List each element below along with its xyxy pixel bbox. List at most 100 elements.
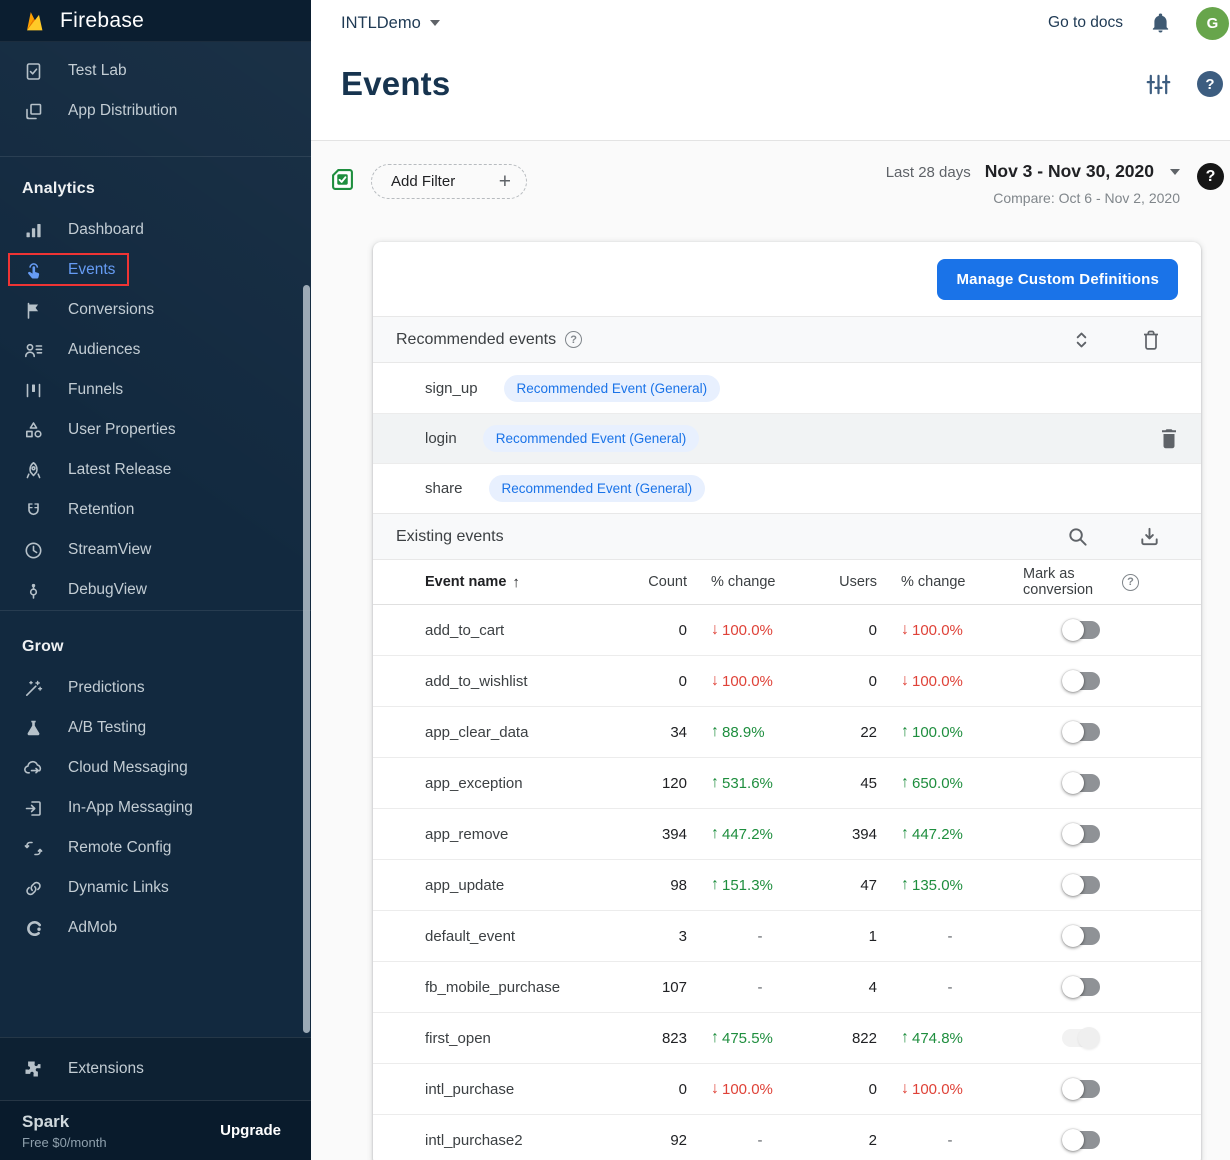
project-switcher[interactable]: INTLDemo [341, 14, 440, 33]
date-help-icon[interactable]: ? [1197, 163, 1224, 190]
up-arrow-icon: ↑ [901, 825, 909, 843]
sidebar-item-debugview[interactable]: DebugView [0, 570, 311, 610]
compare-range: Compare: Oct 6 - Nov 2, 2020 [886, 190, 1180, 206]
chevron-down-icon [430, 20, 440, 26]
event-count: 394 [625, 826, 687, 843]
sidebar-item-a-b-testing[interactable]: A/B Testing [0, 708, 311, 748]
event-count: 0 [625, 673, 687, 690]
count-change: - [687, 1132, 833, 1149]
user-avatar[interactable]: G [1196, 7, 1229, 40]
users-change: ↑474.8% [877, 1029, 1023, 1047]
count-change: ↓100.0% [687, 1080, 833, 1098]
mark-as-conversion-toggle[interactable] [1062, 1129, 1100, 1151]
down-arrow-icon: ↓ [901, 672, 909, 690]
sidebar-item-app-distribution[interactable]: App Distribution [0, 91, 311, 131]
down-arrow-icon: ↓ [711, 672, 719, 690]
mark-as-conversion-toggle[interactable] [1062, 619, 1100, 641]
event-count: 0 [625, 622, 687, 639]
mark-as-conversion-toggle[interactable] [1062, 772, 1100, 794]
date-range-selector[interactable]: Last 28 days Nov 3 - Nov 30, 2020 [886, 161, 1180, 182]
ab-testing-icon [23, 718, 43, 738]
go-to-docs-link[interactable]: Go to docs [1048, 14, 1123, 32]
sidebar-scrollbar-thumb[interactable] [303, 285, 310, 1033]
existing-events-title: Existing events [396, 528, 504, 546]
sidebar-item-audiences[interactable]: Audiences [0, 330, 311, 370]
users-change: ↑135.0% [877, 876, 1023, 894]
mark-as-conversion-toggle[interactable] [1062, 670, 1100, 692]
sidebar-item-funnels[interactable]: Funnels [0, 370, 311, 410]
sort-ascending-icon[interactable]: ↑ [512, 574, 520, 591]
event-name[interactable]: add_to_cart [425, 622, 625, 639]
manage-custom-definitions-button[interactable]: Manage Custom Definitions [937, 259, 1178, 300]
event-name[interactable]: default_event [425, 928, 625, 945]
mark-as-conversion-toggle[interactable] [1062, 823, 1100, 845]
recommended-event-row[interactable]: sign_up Recommended Event (General) [373, 363, 1201, 413]
mark-as-conversion-toggle[interactable] [1062, 925, 1100, 947]
sidebar-item-extensions[interactable]: Extensions [0, 1049, 311, 1089]
customize-report-icon[interactable] [1146, 72, 1171, 97]
recommended-event-row[interactable]: share Recommended Event (General) [373, 463, 1201, 513]
upgrade-button[interactable]: Upgrade [220, 1122, 281, 1139]
dashboard-icon [23, 220, 43, 240]
table-row: intl_purchase2 92 - 2 - [373, 1115, 1201, 1160]
add-filter-button[interactable]: Add Filter + [371, 164, 527, 199]
mark-as-conversion-toggle[interactable] [1062, 874, 1100, 896]
down-arrow-icon: ↓ [711, 621, 719, 639]
event-name[interactable]: add_to_wishlist [425, 673, 625, 690]
up-arrow-icon: ↑ [901, 876, 909, 894]
event-name[interactable]: intl_purchase2 [425, 1132, 625, 1149]
delete-section-icon[interactable] [1141, 329, 1161, 351]
count-change: ↑151.3% [687, 876, 833, 894]
sidebar-item-latest-release[interactable]: Latest Release [0, 450, 311, 490]
up-arrow-icon: ↑ [711, 774, 719, 792]
mark-as-conversion-toggle[interactable] [1062, 1078, 1100, 1100]
in-app-messaging-icon [23, 798, 43, 818]
table-row: add_to_wishlist 0 ↓100.0% 0 ↓100.0% [373, 656, 1201, 707]
mark-as-conversion-toggle[interactable] [1062, 1027, 1100, 1049]
sidebar-item-in-app-messaging[interactable]: In-App Messaging [0, 788, 311, 828]
recommended-events-help-icon[interactable]: ? [565, 331, 582, 348]
search-icon[interactable] [1066, 525, 1089, 548]
up-arrow-icon: ↑ [901, 774, 909, 792]
event-name[interactable]: app_exception [425, 775, 625, 792]
sidebar-item-dashboard[interactable]: Dashboard [0, 210, 311, 250]
event-users: 0 [833, 1081, 877, 1098]
event-name[interactable]: app_update [425, 877, 625, 894]
help-icon[interactable]: ? [1197, 71, 1223, 97]
sidebar-item-test-lab[interactable]: Test Lab [0, 51, 311, 91]
funnels-icon [23, 380, 43, 400]
event-users: 4 [833, 979, 877, 996]
mark-as-conversion-toggle[interactable] [1062, 976, 1100, 998]
latest-release-icon [23, 460, 43, 480]
mark-as-conversion-toggle[interactable] [1062, 721, 1100, 743]
filter-status-icon [331, 168, 354, 191]
event-name[interactable]: app_remove [425, 826, 625, 843]
notifications-bell-icon[interactable] [1150, 12, 1171, 34]
mark-as-conversion-help-icon[interactable]: ? [1122, 574, 1139, 591]
sidebar-item-dynamic-links[interactable]: Dynamic Links [0, 868, 311, 908]
sidebar-item-user-properties[interactable]: User Properties [0, 410, 311, 450]
count-change: ↑447.2% [687, 825, 833, 843]
download-icon[interactable] [1138, 525, 1161, 548]
unfold-sort-icon[interactable] [1071, 329, 1092, 351]
sidebar-item-predictions[interactable]: Predictions [0, 668, 311, 708]
sidebar-item-cloud-messaging[interactable]: Cloud Messaging [0, 748, 311, 788]
column-event-name[interactable]: Event name [425, 574, 506, 590]
sidebar-item-retention[interactable]: Retention [0, 490, 311, 530]
sidebar-item-streamview[interactable]: StreamView [0, 530, 311, 570]
delete-event-icon[interactable] [1160, 428, 1178, 449]
sidebar-item-admob[interactable]: AdMob [0, 908, 311, 948]
firebase-logo[interactable]: Firebase [0, 0, 311, 42]
sidebar-item-conversions[interactable]: Conversions [0, 290, 311, 330]
event-name[interactable]: fb_mobile_purchase [425, 979, 625, 996]
plan-bar: Spark Free $0/month Upgrade [0, 1100, 311, 1160]
recommended-event-row[interactable]: login Recommended Event (General) [373, 413, 1201, 463]
count-change: ↓100.0% [687, 621, 833, 639]
event-users: 0 [833, 622, 877, 639]
event-name[interactable]: app_clear_data [425, 724, 625, 741]
event-name[interactable]: first_open [425, 1030, 625, 1047]
event-name[interactable]: intl_purchase [425, 1081, 625, 1098]
extensions-section: Extensions [0, 1037, 311, 1100]
sidebar-item-remote-config[interactable]: Remote Config [0, 828, 311, 868]
sidebar-item-events[interactable]: Events [0, 250, 311, 290]
